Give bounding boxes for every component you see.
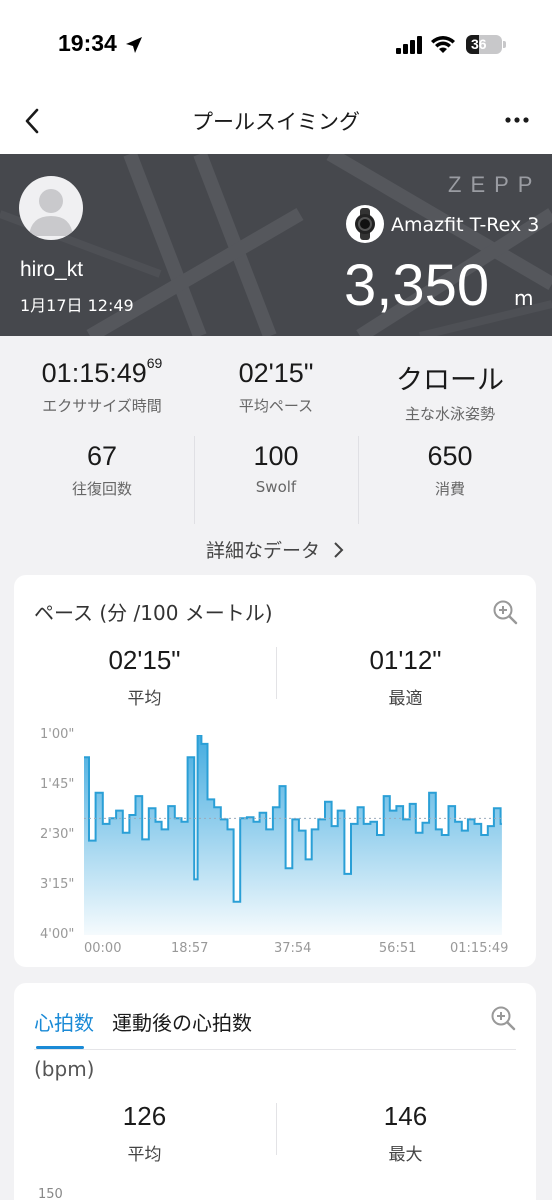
workout-datetime: 1月17日 12:49 [20,296,134,315]
pace-average-value: 02'15" [108,645,181,675]
tab-post-workout-heart-rate[interactable]: 運動後の心拍数 [112,1007,252,1036]
stat-divider [194,436,195,524]
pace-average: 02'15" 平均 [14,645,275,709]
battery-level: 36 [471,36,487,52]
pace-chart[interactable] [84,735,504,945]
more-options-button[interactable] [500,110,534,130]
location-arrow-icon [126,37,142,53]
heart-rate-average: 126 平均 [14,1101,275,1165]
watch-icon [346,205,384,243]
heart-rate-max: 146 最大 [275,1101,536,1165]
pace-card-title: ペース (分 /100 メートル) [34,601,273,625]
device-name: Amazfit T-Rex 3 [391,214,540,236]
heart-rate-card: 心拍数 運動後の心拍数 (bpm) 126 平均 146 最大 150 [14,983,536,1200]
stat-value: クロール [396,365,504,395]
workout-stats: 01:15:4969 エクササイズ時間 02'15" 平均ペース クロール 主な… [0,336,552,526]
heart-rate-unit: (bpm) [34,1057,95,1081]
heart-rate-max-label: 最大 [388,1145,423,1165]
stat-label: Swolf [255,478,297,496]
status-time: 19:34 [58,30,117,56]
card-divider [276,647,277,699]
pace-best: 01'12" 最適 [275,645,536,709]
tab-heart-rate[interactable]: 心拍数 [34,1007,94,1036]
tab-divider [34,1049,516,1050]
stat-laps: 67 往復回数 [10,441,194,499]
stat-label: 主な水泳姿勢 [404,405,495,423]
pace-best-label: 最適 [388,689,423,709]
stat-label: 平均ペース [238,397,314,415]
nav-bar: プールスイミング [0,90,552,154]
y-tick-label: 4'00" [40,927,75,942]
stat-value: 67 [86,441,118,471]
stat-value: 650 [427,441,473,471]
y-tick-label: 2'30" [40,827,75,842]
chevron-right-icon [334,542,344,558]
battery-nub [503,41,506,48]
y-tick-label: 1'00" [40,727,75,742]
stat-label: 消費 [434,480,465,498]
wifi-icon [431,36,455,53]
y-tick-label: 3'15" [40,877,75,892]
stat-label: 往復回数 [71,480,132,498]
pace-best-value: 01'12" [369,645,442,675]
workout-header: hiro_kt 1月17日 12:49 ZEPP Amazfit T-Rex 3… [0,154,552,336]
stat-value: 02'15" [238,358,314,388]
page-title: プールスイミング [192,110,360,134]
stat-divider [358,436,359,524]
stat-value: 01:15:49 [41,358,147,388]
heart-rate-average-label: 平均 [127,1145,162,1165]
stat-value-suffix: 69 [146,355,163,371]
total-distance: 3,350 [344,253,490,318]
stat-value: 100 [253,441,299,471]
stat-avg-pace: 02'15" 平均ペース [184,358,368,416]
heart-rate-y-tick: 150 [38,1187,63,1200]
battery-indicator: 36 [466,35,502,54]
pace-average-label: 平均 [127,689,162,709]
stat-swolf: 100 Swolf [184,441,368,496]
pace-card: ペース (分 /100 メートル) 02'15" 平均 01'12" 最適 1'… [14,575,536,967]
y-tick-label: 1'45" [40,777,75,792]
avatar[interactable] [19,176,83,240]
heart-rate-max-value: 146 [383,1101,428,1131]
distance-unit: m [514,286,534,310]
zoom-in-icon[interactable] [492,599,518,625]
stat-calories: 650 消費 [358,441,542,499]
heart-rate-average-value: 126 [122,1101,167,1131]
username: hiro_kt [20,258,84,281]
user-silhouette-icon [29,189,73,236]
stat-exercise-time: 01:15:4969 エクササイズ時間 [10,355,194,416]
card-divider [276,1103,277,1155]
detailed-data-label: 詳細なデータ [205,540,320,562]
cellular-signal-icon [396,36,422,54]
detailed-data-link[interactable]: 詳細なデータ [0,536,552,563]
zoom-in-icon[interactable] [490,1005,516,1031]
stat-main-stroke: クロール 主な水泳姿勢 [358,358,542,424]
stat-label: エクササイズ時間 [42,397,162,415]
status-bar: 19:34 36 [0,0,552,90]
brand-logo: ZEPP [448,172,542,197]
